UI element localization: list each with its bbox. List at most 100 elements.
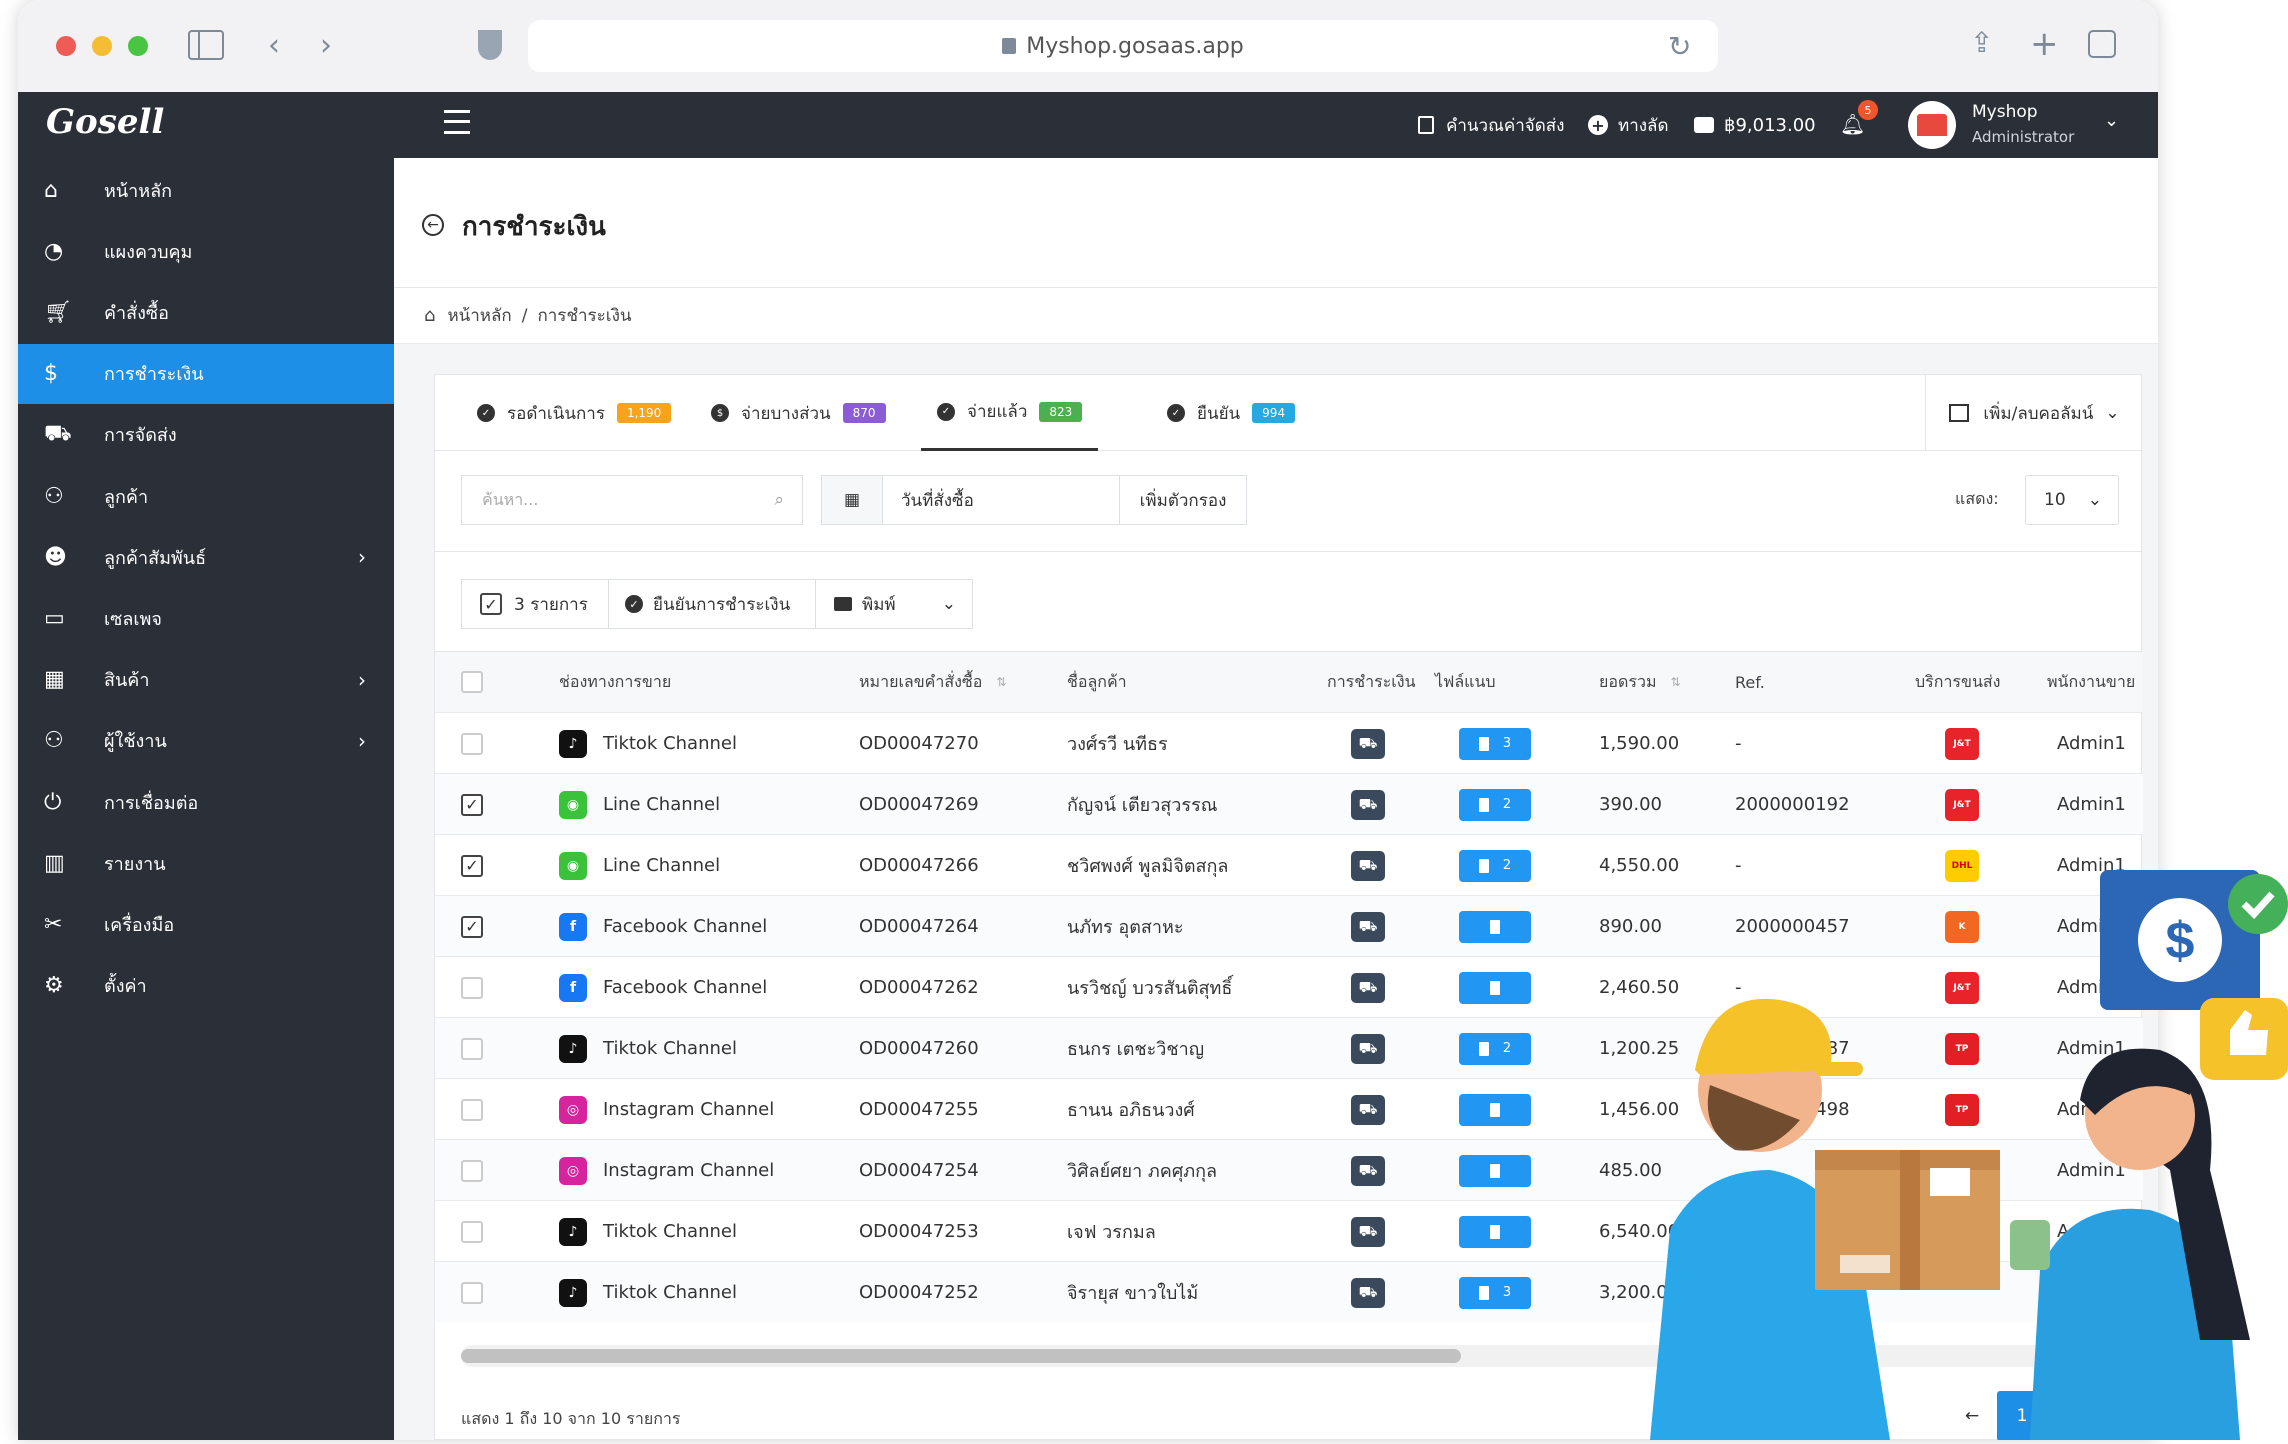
tabs-overview-icon[interactable] [2088, 30, 2116, 58]
attachment-button[interactable]: 3 [1459, 1276, 1531, 1309]
sidebar-item-13[interactable]: ⚙ ตั้งค่า [18, 956, 394, 1016]
tab-0[interactable]: ✓ รอดำเนินการ 1,190 [461, 375, 687, 451]
attachment-button[interactable] [1459, 1215, 1531, 1248]
close-window-icon[interactable] [56, 36, 76, 56]
payment-truck-icon[interactable]: ⛟ [1351, 728, 1385, 759]
row-checkbox[interactable] [461, 1220, 483, 1243]
sidebar-item-8[interactable]: ▦ สินค้า › [18, 650, 394, 710]
order-number[interactable]: OD00047264 [859, 896, 979, 957]
status-tabs: ✓ รอดำเนินการ 1,190 $ จ่ายบางส่วน 870 ✓ จ่ายแล้… [435, 375, 2143, 451]
order-number[interactable]: OD00047270 [859, 713, 979, 774]
address-bar[interactable]: Myshop.gosaas.app [528, 20, 1718, 72]
attachment-button[interactable]: 2 [1459, 849, 1531, 882]
new-tab-icon[interactable]: + [2030, 24, 2059, 64]
column-header-5[interactable]: ยอดรวม ⇅ [1599, 652, 1681, 712]
confirm-payment-button[interactable]: ✓ ยืนยันการชำระเงิน [608, 579, 816, 629]
search-input[interactable]: ค้นหา... ⌕ [461, 475, 803, 525]
sidebar-item-6[interactable]: ☻ ลูกค้าสัมพันธ์ › [18, 527, 394, 587]
attachment-button[interactable] [1459, 971, 1531, 1004]
sidebar-item-12[interactable]: ✂ เครื่องมือ [18, 894, 394, 954]
account-chevron-icon[interactable]: ⌄ [2104, 110, 2119, 131]
attachment-button[interactable] [1459, 1093, 1531, 1126]
sidebar-item-9[interactable]: ⚇ ผู้ใช้งาน › [18, 711, 394, 771]
date-filter[interactable]: วันที่สั่งซื้อ [882, 475, 1120, 525]
minimize-window-icon[interactable] [92, 36, 112, 56]
shipping-calc-link[interactable]: คำนวณค่าจัดส่ง [1418, 92, 1564, 158]
payment-truck-icon[interactable]: ⛟ [1351, 789, 1385, 820]
select-all-checkbox[interactable] [461, 671, 483, 693]
clock-icon: ✓ [477, 404, 495, 422]
maximize-window-icon[interactable] [128, 36, 148, 56]
attachment-button[interactable] [1459, 910, 1531, 943]
sidebar-item-1[interactable]: ◔ แผงควบคุม [18, 221, 394, 281]
shop-avatar[interactable] [1908, 101, 1956, 149]
sidebar-item-2[interactable]: 🛒︎ คำสั่งซื้อ [18, 282, 394, 342]
row-checkbox-checked[interactable]: ✓ [461, 793, 483, 816]
app-logo[interactable]: Gosell [46, 102, 164, 142]
sidebar-item-4[interactable]: ⛟ การจัดส่ง [18, 405, 394, 465]
row-checkbox[interactable] [461, 1159, 483, 1182]
page-title: การชำระเงิน [462, 212, 606, 242]
column-toggle-label: เพิ่ม/ลบคอลัมน์ [1983, 403, 2094, 424]
row-checkbox[interactable] [461, 1281, 483, 1304]
payment-truck-icon[interactable]: ⛟ [1351, 850, 1385, 881]
sidebar-item-0[interactable]: ⌂ หน้าหลัก [18, 160, 394, 220]
tab-1[interactable]: $ จ่ายบางส่วน 870 [695, 375, 902, 451]
calendar-icon[interactable]: ▦ [821, 475, 883, 525]
share-icon[interactable]: ⇪ [1970, 26, 1993, 59]
payment-truck-icon[interactable]: ⛟ [1351, 1094, 1385, 1125]
table-row[interactable]: ✓ ◉ Line Channel OD00047269 กัญจน์ เตียวสุวร… [435, 773, 2143, 834]
row-checkbox-checked[interactable]: ✓ [461, 915, 483, 938]
row-checkbox-checked[interactable]: ✓ [461, 854, 483, 877]
payment-truck-icon[interactable]: ⛟ [1351, 911, 1385, 942]
order-number[interactable]: OD00047253 [859, 1201, 979, 1262]
row-checkbox[interactable] [461, 732, 483, 755]
order-number[interactable]: OD00047252 [859, 1262, 979, 1323]
column-header-1[interactable]: หมายเลขคำสั่งซื้อ ⇅ [859, 652, 1006, 712]
payment-truck-icon[interactable]: ⛟ [1351, 1216, 1385, 1247]
attachment-button[interactable]: 3 [1459, 727, 1531, 760]
order-number[interactable]: OD00047269 [859, 774, 979, 835]
sidebar-item-10[interactable]: ⏻ การเชื่อมต่อ [18, 772, 394, 832]
check-circle-icon: ✓ [625, 595, 643, 613]
sidebar-item-3[interactable]: $ การชำระเงิน [18, 343, 394, 404]
attachment-button[interactable]: 2 [1459, 788, 1531, 821]
add-filter-button[interactable]: เพิ่มตัวกรอง [1119, 475, 1247, 525]
shortcut-link[interactable]: + ทางลัด [1588, 92, 1669, 158]
table-row[interactable]: ♪ Tiktok Channel OD00047270 วงศ์รวี นทีธร ⛟ 3… [435, 712, 2143, 773]
tab-2[interactable]: ✓ จ่ายแล้ว 823 [921, 375, 1099, 451]
sidebar-toggle-icon[interactable] [188, 30, 224, 60]
menu-toggle-icon[interactable] [444, 110, 470, 134]
selected-count-button[interactable]: ✓ 3 รายการ [461, 579, 609, 629]
order-number[interactable]: OD00047255 [859, 1079, 979, 1140]
print-button[interactable]: พิมพ์ ⌄ [815, 579, 973, 629]
payment-truck-icon[interactable]: ⛟ [1351, 1155, 1385, 1186]
forward-icon[interactable]: › [320, 28, 332, 63]
wallet-balance[interactable]: ฿9,013.00 [1694, 92, 1816, 158]
shield-icon[interactable] [478, 30, 502, 60]
sidebar-item-5[interactable]: ⚇ ลูกค้า [18, 466, 394, 526]
payment-truck-icon[interactable]: ⛟ [1351, 972, 1385, 1003]
payment-truck-icon[interactable]: ⛟ [1351, 1277, 1385, 1308]
row-checkbox[interactable] [461, 1098, 483, 1121]
row-checkbox[interactable] [461, 976, 483, 999]
payment-truck-icon[interactable]: ⛟ [1351, 1033, 1385, 1064]
home-icon[interactable]: ⌂ [424, 305, 435, 326]
attachment-button[interactable]: 2 [1459, 1032, 1531, 1065]
scrollbar-thumb[interactable] [461, 1349, 1461, 1363]
back-arrow-icon[interactable]: ← [422, 214, 444, 236]
sidebar-item-7[interactable]: ▭ เซลเพจ [18, 588, 394, 648]
page-size-select[interactable]: 10 ⌄ [2025, 475, 2119, 525]
sidebar-item-11[interactable]: ▥ รายงาน [18, 833, 394, 893]
tab-3[interactable]: ✓ ยืนยัน 994 [1151, 375, 1311, 451]
reload-icon[interactable]: ↻ [1668, 30, 1691, 63]
attachment-button[interactable] [1459, 1154, 1531, 1187]
row-checkbox[interactable] [461, 1037, 483, 1060]
order-number[interactable]: OD00047266 [859, 835, 979, 896]
order-number[interactable]: OD00047260 [859, 1018, 979, 1079]
order-number[interactable]: OD00047262 [859, 957, 979, 1018]
back-icon[interactable]: ‹ [268, 28, 280, 63]
breadcrumb-home[interactable]: หน้าหลัก [447, 302, 511, 329]
column-toggle-button[interactable]: เพิ่ม/ลบคอลัมน์ ⌄ [1925, 375, 2143, 451]
order-number[interactable]: OD00047254 [859, 1140, 979, 1201]
